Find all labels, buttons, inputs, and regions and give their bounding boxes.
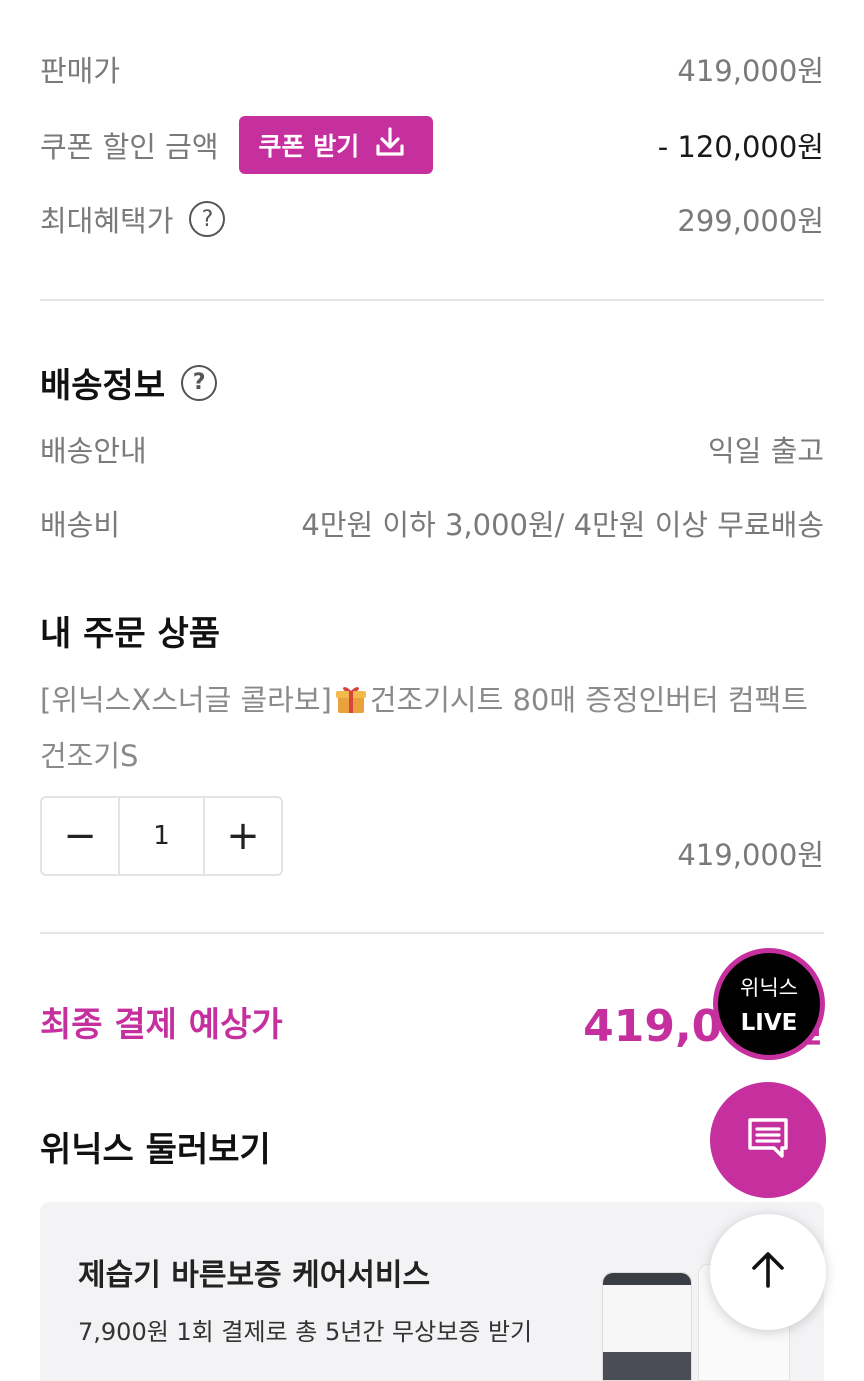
coupon-discount-value: - 120,000원 (657, 130, 824, 164)
gift-icon (334, 678, 368, 713)
shipping-title-text: 배송정보 (40, 366, 166, 406)
help-circle-icon[interactable]: ? (181, 364, 218, 401)
browse-title: 위닉스 둘러보기 (40, 1130, 271, 1170)
max-benefit-label: 최대혜택가 (40, 204, 174, 238)
sale-price-row: 판매가 419,000원 (40, 48, 824, 90)
live-button[interactable]: 위닉스 LIVE (713, 948, 825, 1060)
coupon-label: 쿠폰 할인 금액 (40, 130, 219, 164)
dehumidifier-image (602, 1272, 692, 1381)
card-title: 제습기 바른보증 케어서비스 (78, 1258, 431, 1293)
product-name-part1: [위닉스X스너글 콜라보] (40, 683, 332, 717)
item-price-row: 419,000원 (40, 832, 824, 874)
coupon-download-button[interactable]: 쿠폰 받기 (238, 116, 434, 174)
item-price: 419,000원 (677, 838, 824, 872)
sale-price-value: 419,000원 (677, 54, 824, 88)
chat-button[interactable] (710, 1082, 826, 1198)
final-price-label: 최종 결제 예상가 (40, 1005, 283, 1045)
divider (40, 299, 824, 301)
product-name: [위닉스X스너글 콜라보] 건조기시트 80매 증정인버터 컴팩트건조기S (40, 672, 824, 784)
divider (40, 932, 824, 934)
shipping-guide-value: 익일 출고 (708, 434, 824, 468)
max-benefit-value: 299,000원 (677, 204, 824, 238)
shipping-title: 배송정보 ? (40, 358, 218, 407)
shipping-fee-row: 배송비 4만원 이하 3,000원/ 4만원 이상 무료배송 (40, 502, 824, 544)
shipping-fee-value: 4만원 이하 3,000원/ 4만원 이상 무료배송 (301, 508, 824, 542)
coupon-row: 쿠폰 할인 금액 쿠폰 받기 - 120,000원 (40, 116, 824, 174)
arrow-up-icon (746, 1248, 790, 1296)
scroll-top-button[interactable] (710, 1214, 826, 1330)
live-label: LIVE (740, 1010, 798, 1036)
shipping-fee-label: 배송비 (40, 508, 121, 542)
live-brand-label: 위닉스 (740, 976, 798, 1000)
download-icon (373, 125, 407, 165)
max-benefit-row: 최대혜택가 ? 299,000원 (40, 198, 824, 240)
shipping-guide-label: 배송안내 (40, 434, 147, 468)
chat-icon (742, 1112, 794, 1168)
shipping-guide-row: 배송안내 익일 출고 (40, 428, 824, 470)
sale-price-label: 판매가 (40, 54, 121, 88)
care-service-card[interactable]: 제습기 바른보증 케어서비스 7,900원 1회 결제로 총 5년간 무상보증 … (40, 1202, 824, 1381)
card-description: 7,900원 1회 결제로 총 5년간 무상보증 받기 (78, 1318, 533, 1346)
order-title: 내 주문 상품 (40, 614, 221, 654)
help-circle-icon[interactable]: ? (189, 201, 226, 237)
coupon-button-label: 쿠폰 받기 (258, 132, 360, 161)
